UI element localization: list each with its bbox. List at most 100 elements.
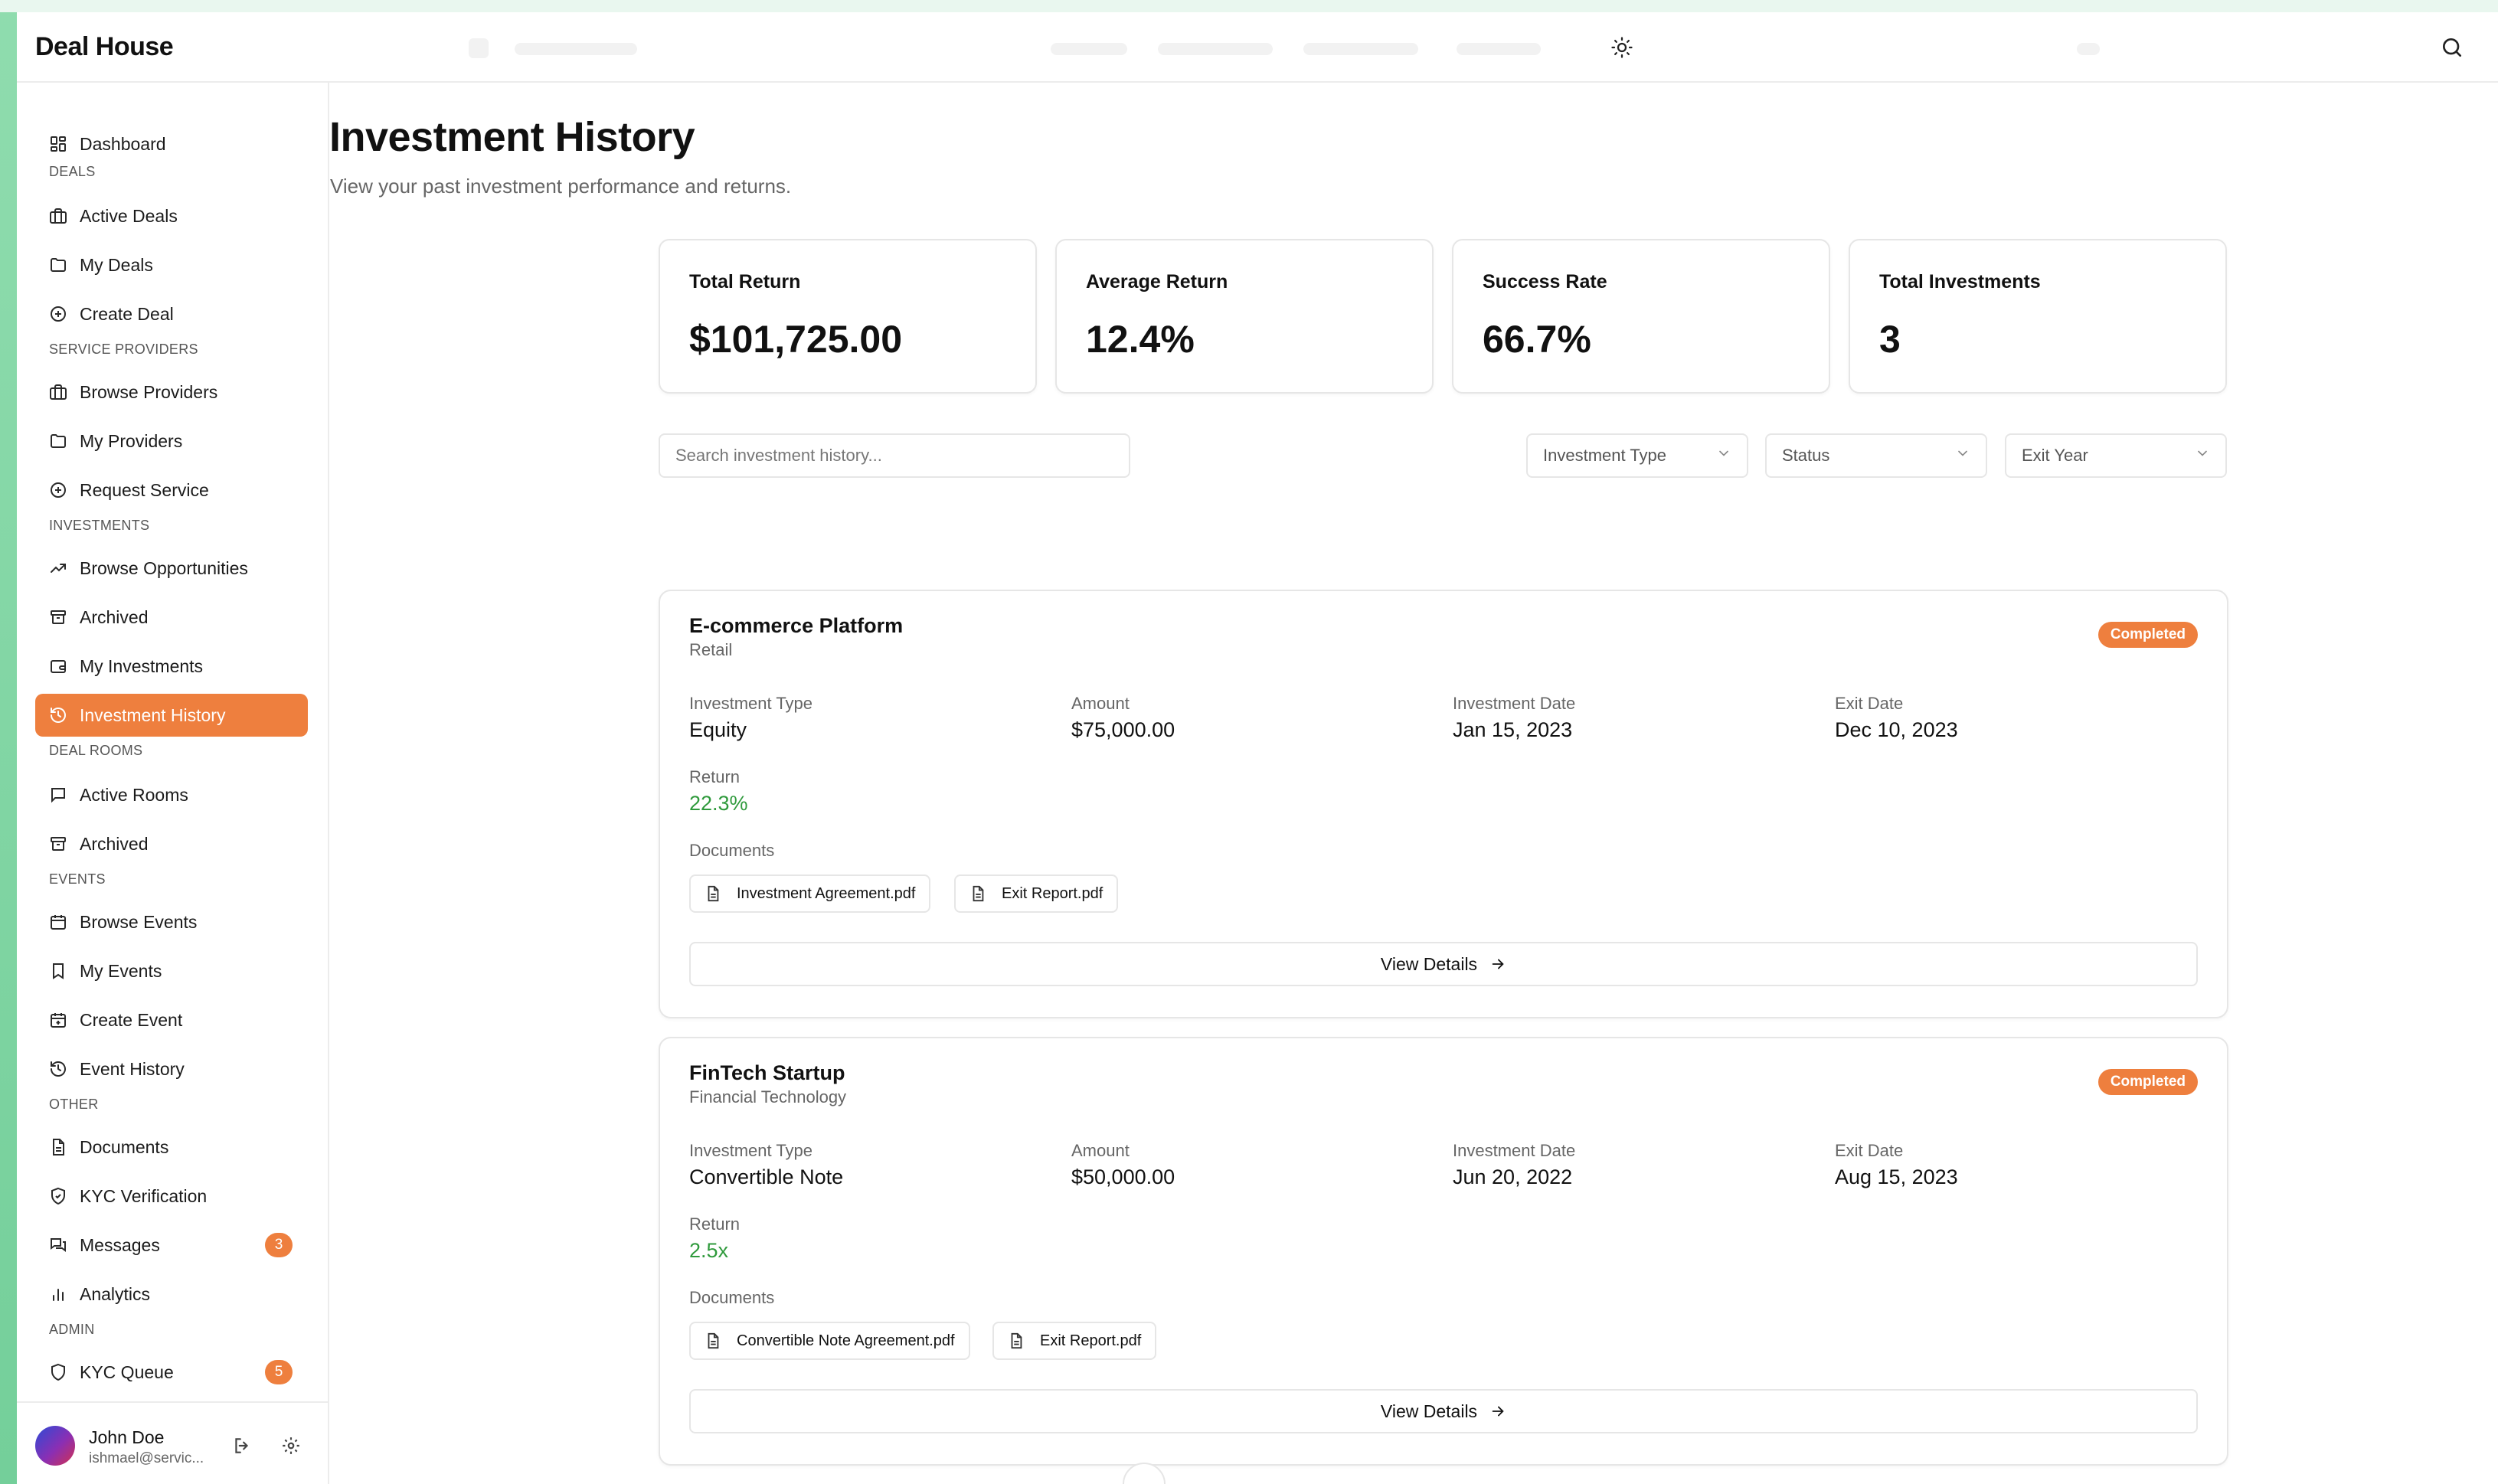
document-link[interactable]: Exit Report.pdf [992,1322,1157,1360]
section-heading-service-providers: SERVICE PROVIDERS [49,342,198,357]
header-placeholder [469,38,489,58]
investment-date-value: Jun 20, 2022 [1453,1165,1573,1188]
header-placeholder [1303,43,1418,55]
trending-up-icon [49,559,67,577]
top-header: Deal House [17,12,2498,83]
sidebar-item-documents[interactable]: Documents [35,1126,308,1169]
scroll-indicator[interactable] [1123,1463,1166,1484]
chevron-down-icon [1955,446,1970,466]
status-select[interactable]: Status [1765,433,1987,478]
return-value: 2.5x [689,1239,729,1262]
file-text-icon [705,885,721,902]
sidebar-item-label: KYC Verification [80,1185,208,1206]
view-details-label: View Details [1380,1401,1478,1421]
sidebar-item-event-history[interactable]: Event History [35,1048,308,1090]
sidebar-item-my-providers[interactable]: My Providers [35,420,308,463]
search-icon[interactable] [2434,29,2470,66]
stat-value: 12.4% [1086,318,1195,361]
sidebar-item-browse-opportunities[interactable]: Browse Opportunities [35,547,308,590]
stat-label: Total Investments [1879,271,2041,293]
sidebar-item-label: Event History [80,1058,185,1079]
exit-date-label: Exit Date [1835,1141,1904,1160]
stat-label: Total Return [689,271,801,293]
window-edge-strip [0,0,17,1484]
settings-gear-icon[interactable] [279,1433,303,1458]
sidebar-item-label: KYC Queue [80,1361,174,1382]
sidebar-item-label: Request Service [80,479,209,500]
investment-date-label: Investment Date [1453,1141,1576,1160]
stat-label: Success Rate [1483,271,1607,293]
investment-sector: Retail [689,640,733,659]
top-accent-line [0,0,2498,12]
exit-year-select[interactable]: Exit Year [2005,433,2227,478]
sidebar-item-kyc-verification[interactable]: KYC Verification [35,1175,308,1218]
section-heading-admin: ADMIN [49,1322,95,1337]
return-label: Return [689,1214,741,1234]
calendar-plus-icon [49,1011,67,1029]
section-heading-deal-rooms: DEAL ROOMS [49,743,143,758]
calendar-icon [49,913,67,931]
document-link[interactable]: Exit Report.pdf [954,874,1119,913]
file-text-icon [705,1332,721,1349]
arrow-right-icon [1489,956,1506,972]
sidebar-item-label: My Deals [80,254,153,275]
status-badge: Completed [2097,622,2198,648]
investment-card: FinTech Startup Financial Technology Com… [659,1037,2228,1466]
page-subtitle: View your past investment performance an… [330,175,792,198]
plus-circle-icon [49,305,67,323]
sidebar-item-my-events[interactable]: My Events [35,950,308,992]
sidebar-item-kyc-queue[interactable]: KYC Queue 5 [35,1351,308,1394]
sidebar-item-investment-history[interactable]: Investment History [35,694,308,737]
investment-type-value: Convertible Note [689,1165,844,1188]
wallet-icon [49,657,67,675]
sidebar-item-my-deals[interactable]: My Deals [35,244,308,286]
sidebar-item-my-investments[interactable]: My Investments [35,645,308,688]
sidebar-item-create-deal[interactable]: Create Deal [35,293,308,335]
sidebar-item-dashboard[interactable]: Dashboard [35,123,308,165]
document-name: Convertible Note Agreement.pdf [737,1332,955,1349]
documents-label: Documents [689,1288,775,1307]
return-label: Return [689,767,741,786]
view-details-button[interactable]: View Details [689,942,2198,986]
document-name: Investment Agreement.pdf [737,884,916,902]
sidebar-item-label: Investment History [80,704,226,725]
sidebar-item-label: My Providers [80,430,183,451]
sidebar-item-archived-investments[interactable]: Archived [35,596,308,639]
sidebar-item-active-deals[interactable]: Active Deals [35,194,308,237]
sidebar-item-messages[interactable]: Messages 3 [35,1224,308,1267]
view-details-button[interactable]: View Details [689,1389,2198,1433]
stat-value: 3 [1879,318,1901,361]
folder-icon [49,432,67,450]
sidebar-item-request-service[interactable]: Request Service [35,469,308,512]
sidebar-item-analytics[interactable]: Analytics [35,1273,308,1316]
sidebar-item-label: Create Deal [80,303,174,324]
search-input[interactable] [659,433,1130,478]
user-name: John Doe [89,1427,165,1447]
file-text-icon [1008,1332,1025,1349]
sidebar-item-archived-rooms[interactable]: Archived [35,822,308,865]
user-profile: John Doe ishmael@servic... [17,1401,328,1484]
sidebar-item-active-rooms[interactable]: Active Rooms [35,773,308,816]
theme-toggle-sun-icon[interactable] [1604,29,1640,66]
amount-value: $75,000.00 [1071,718,1175,741]
document-link[interactable]: Investment Agreement.pdf [689,874,931,913]
sidebar-item-label: Documents [80,1136,169,1157]
document-link[interactable]: Convertible Note Agreement.pdf [689,1322,970,1360]
user-email: ishmael@servic... [89,1450,204,1466]
sidebar-item-browse-events[interactable]: Browse Events [35,901,308,943]
investment-card: E-commerce Platform Retail Completed Inv… [659,590,2228,1018]
kyc-queue-count-badge: 5 [265,1360,293,1384]
sidebar-item-browse-providers[interactable]: Browse Providers [35,371,308,413]
sidebar-item-label: Archived [80,833,149,854]
logout-icon[interactable] [230,1433,254,1458]
sidebar-item-label: Browse Opportunities [80,557,248,578]
sidebar-item-label: My Events [80,960,162,981]
status-badge: Completed [2097,1069,2198,1095]
document-name: Exit Report.pdf [1040,1332,1142,1349]
messages-icon [49,1236,67,1254]
sidebar-item-label: Analytics [80,1283,151,1304]
investment-type-select[interactable]: Investment Type [1526,433,1748,478]
brand-logo[interactable]: Deal House [35,32,174,62]
avatar[interactable] [35,1426,75,1466]
sidebar-item-create-event[interactable]: Create Event [35,999,308,1041]
